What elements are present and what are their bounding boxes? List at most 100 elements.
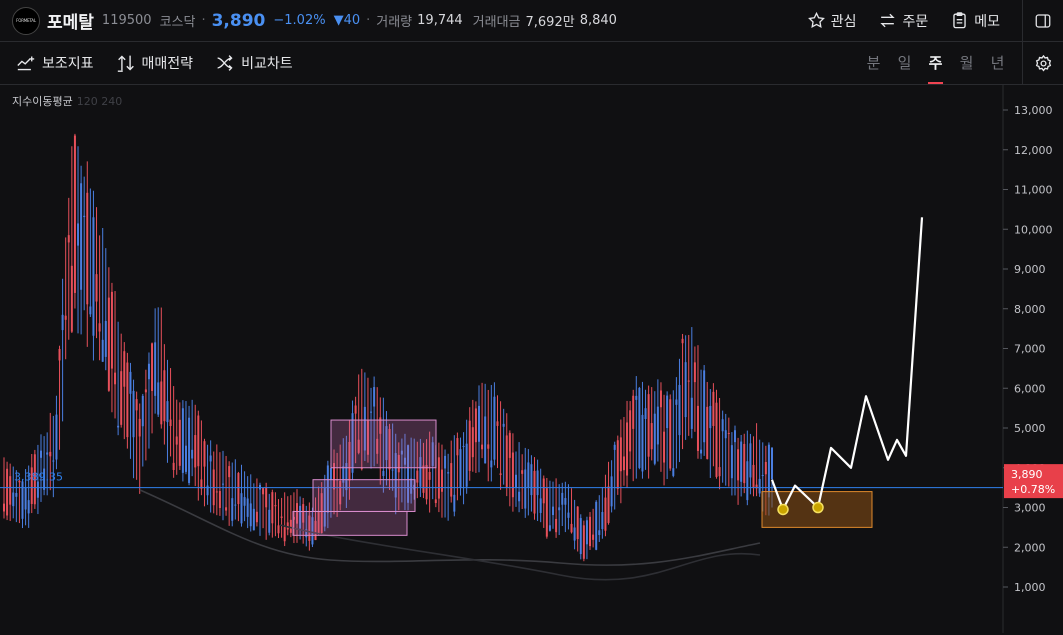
y-tick-label: 7,000	[1014, 343, 1046, 356]
candle-body	[36, 481, 39, 498]
strategy-button[interactable]: 매매전략	[116, 53, 193, 73]
period-week[interactable]: 주	[920, 42, 951, 84]
candle-body	[601, 512, 604, 530]
memo-button[interactable]: 메모	[950, 11, 1000, 31]
y-tick-label: 6,000	[1014, 382, 1046, 395]
candle-body	[206, 485, 209, 496]
candle-body	[277, 525, 280, 534]
candle-body	[265, 487, 268, 508]
compare-label: 비교차트	[241, 56, 293, 72]
indicators-button[interactable]: 보조지표	[16, 53, 94, 73]
watch-button[interactable]: 관심	[807, 11, 857, 31]
candle-body	[626, 422, 629, 476]
candle-body	[104, 320, 107, 357]
candle-body	[518, 491, 521, 502]
candle-body	[231, 498, 234, 521]
candle-body	[98, 323, 101, 332]
candle-body	[669, 399, 672, 469]
order-button[interactable]: 주문	[878, 11, 928, 31]
candle-body	[360, 468, 363, 470]
candle-body	[641, 414, 644, 472]
compare-button[interactable]: 비교차트	[215, 53, 293, 73]
candle-body	[49, 451, 52, 457]
volume-value: 19,744	[417, 13, 463, 28]
candle-body	[132, 390, 135, 438]
candle-body	[570, 523, 573, 533]
candle-body	[6, 468, 9, 516]
candle-body	[666, 395, 669, 429]
candle-body	[215, 491, 218, 493]
candle-body	[456, 438, 459, 456]
candle-body	[268, 509, 271, 533]
candle-body	[197, 415, 200, 467]
change-percent: −1.02%	[273, 13, 326, 28]
candle-body	[613, 444, 616, 450]
period-month[interactable]: 월	[951, 42, 982, 84]
candle-body	[622, 456, 625, 471]
candle-body	[154, 342, 157, 396]
chart-area[interactable]: 지수이동평균 120 240 13,000 12,000 11,000 10,000 9,…	[0, 85, 1063, 633]
period-selector: 분 일 주 월 년	[858, 42, 1013, 84]
candle-body	[184, 445, 187, 472]
candle-body	[771, 447, 773, 480]
period-minute[interactable]: 분	[858, 42, 889, 84]
candle-body	[564, 498, 567, 505]
change-absolute: ▼40	[333, 13, 361, 28]
candle-body	[373, 387, 376, 407]
watch-label: 관심	[830, 13, 857, 30]
separator-dot: ·	[201, 13, 206, 28]
candle-body	[40, 450, 43, 458]
candle-body	[95, 274, 98, 302]
candle-body	[114, 372, 117, 385]
candle-body	[129, 371, 132, 394]
indicator-icon	[17, 56, 35, 71]
candle-body	[83, 215, 86, 218]
candle-body	[21, 481, 24, 519]
candle-body	[764, 461, 767, 475]
company-logo: FORMETAL	[12, 6, 40, 35]
candle-body	[194, 435, 197, 468]
amount-label: 거래대금	[472, 15, 521, 30]
candle-body	[169, 419, 172, 427]
candle-body	[721, 419, 724, 432]
projection-low-marker-1	[777, 503, 789, 516]
candle-body	[77, 223, 80, 246]
candle-body	[647, 394, 650, 457]
candle-body	[218, 491, 221, 508]
candle-body	[490, 460, 493, 468]
candle-body	[382, 470, 385, 477]
candle-body	[607, 486, 610, 523]
candle-body	[730, 445, 733, 479]
y-tick-label: 9,000	[1014, 263, 1046, 276]
y-tick-label: 8,000	[1014, 303, 1046, 316]
candle-body	[52, 460, 55, 462]
candle-body	[749, 443, 752, 478]
candle-body	[598, 530, 601, 535]
candle-body	[638, 387, 641, 468]
candle-body	[659, 390, 662, 408]
candle-body	[709, 405, 712, 429]
chart-settings-button[interactable]	[1022, 41, 1063, 85]
volume-label: 거래량	[376, 15, 413, 30]
candle-body	[135, 399, 138, 411]
candle-body	[690, 397, 693, 429]
period-day[interactable]: 일	[889, 42, 920, 84]
candle-body	[693, 362, 696, 383]
side-panel-toggle[interactable]	[1022, 0, 1063, 42]
chart-toolbar: 보조지표 매매전략 비교차트 분 일 주 월 년	[0, 41, 1063, 85]
candle-body	[724, 430, 727, 439]
candle-body	[604, 497, 607, 531]
candle-body	[172, 462, 175, 470]
candle-body	[151, 343, 154, 391]
current-price-tag-change: +0.78%	[1011, 483, 1055, 496]
candle-body	[271, 492, 274, 524]
candle-body	[687, 380, 690, 382]
candle-body	[505, 435, 508, 488]
candle-body	[55, 414, 58, 460]
stock-header: FORMETAL 포메탈 119500 코스닥 · 3,890 −1.02% ▼…	[0, 0, 1063, 42]
candle-body	[678, 384, 681, 436]
price-chart[interactable]: 13,000 12,000 11,000 10,000 9,000 8,000 7,000 6…	[0, 85, 1063, 633]
candle-body	[712, 391, 715, 426]
projection-path	[770, 217, 924, 511]
period-year[interactable]: 년	[982, 42, 1013, 84]
